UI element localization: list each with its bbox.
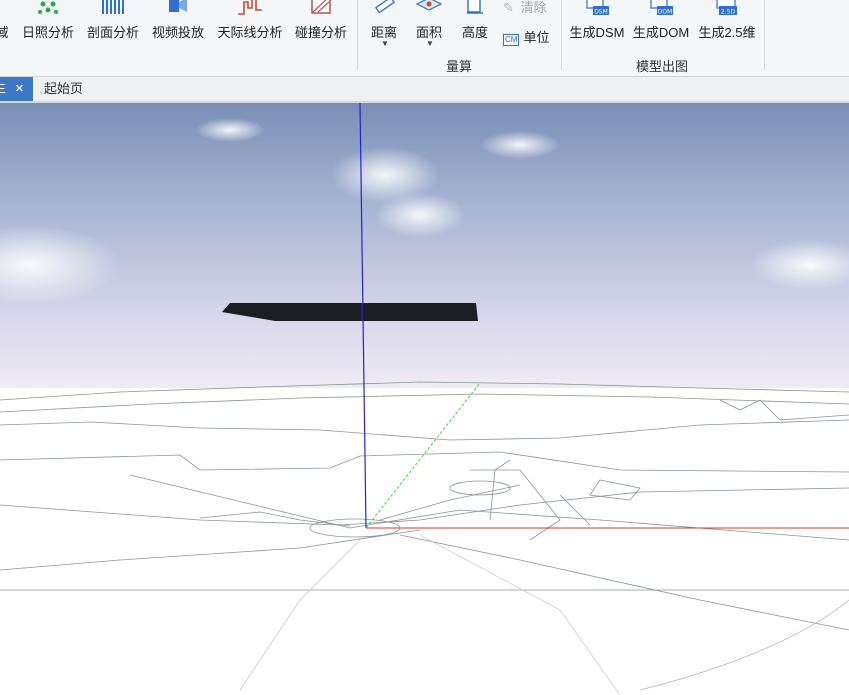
ribbon-separator xyxy=(357,0,358,70)
scene-canvas xyxy=(0,103,849,695)
distance-dropdown-arrow-icon[interactable]: ▼ xyxy=(381,39,389,48)
close-icon[interactable]: × xyxy=(15,77,24,101)
ribbon-separator xyxy=(561,0,562,70)
generate-dom-button[interactable]: DOM 生成DOM xyxy=(631,0,691,48)
ruler-icon xyxy=(375,0,395,14)
skyline-analysis-button[interactable]: 天际线分析 xyxy=(214,0,286,48)
measure-group-label: 量算 xyxy=(446,59,473,74)
model-output-group-label: 模型出图 xyxy=(636,59,689,74)
view-25d-icon: 2.5D xyxy=(716,0,737,16)
sky-background xyxy=(0,103,849,390)
ribbon-separator xyxy=(764,0,765,70)
unit-icon: CM xyxy=(503,34,520,46)
eraser-icon: ✎ xyxy=(503,0,514,15)
dsm-icon-text: DSM xyxy=(594,9,608,16)
floating-model-slab[interactable] xyxy=(222,303,478,321)
generate-25d-button[interactable]: 2.5D 生成2.5维 xyxy=(697,0,757,48)
scene-3d-viewport[interactable] xyxy=(0,103,849,695)
collision-analysis-label: 碰撞分析 xyxy=(294,25,347,40)
ground-plane xyxy=(0,388,849,695)
dom-icon-text: DOM xyxy=(658,9,673,16)
skyline-analysis-label: 天际线分析 xyxy=(217,25,283,40)
generate-dom-label: 生成DOM xyxy=(632,25,690,40)
document-tab-bar: E × 起始页 xyxy=(0,77,849,103)
view-25d-icon-text: 2.5D xyxy=(721,9,736,16)
tab-scene-label: E xyxy=(0,81,6,96)
height-label: 高度 xyxy=(461,25,488,40)
unit-button[interactable]: CM 单位 xyxy=(503,27,549,46)
dom-icon: DOM xyxy=(650,0,673,16)
video-projection-icon xyxy=(169,0,187,12)
tab-scene[interactable]: E × xyxy=(0,77,33,101)
area-dropdown-arrow-icon[interactable]: ▼ xyxy=(426,39,434,48)
video-projection-button[interactable]: 视频投放 xyxy=(149,0,207,48)
partial-tool-label: 域 xyxy=(0,25,9,40)
tab-start-page[interactable]: 起始页 xyxy=(44,77,83,101)
dsm-icon: DSM xyxy=(586,0,609,16)
profile-analysis-button[interactable]: 剖面分析 xyxy=(84,0,142,48)
sunlight-analysis-icon xyxy=(38,1,58,14)
height-icon xyxy=(467,0,483,14)
sunlight-analysis-button[interactable]: 日照分析 xyxy=(18,0,78,48)
generate-dsm-button[interactable]: DSM 生成DSM xyxy=(568,0,626,48)
profile-analysis-icon xyxy=(102,0,124,14)
profile-analysis-label: 剖面分析 xyxy=(86,25,139,40)
generate-25d-label: 生成2.5维 xyxy=(698,25,756,40)
ribbon-toolbar: 域 日照分析 剖面分析 视频投放 天际线分析 碰撞分析 距离 ▼ 面积 ▼ 高度… xyxy=(0,0,849,77)
collision-analysis-button[interactable]: 碰撞分析 xyxy=(292,0,350,48)
skyline-analysis-icon xyxy=(238,0,262,15)
area-icon xyxy=(415,0,443,11)
video-projection-label: 视频投放 xyxy=(151,25,204,40)
unit-label: 单位 xyxy=(523,30,550,45)
clear-label: 清除 xyxy=(520,0,547,15)
clear-button[interactable]: ✎ 清除 xyxy=(503,0,547,16)
generate-dsm-label: 生成DSM xyxy=(569,25,625,40)
sunlight-analysis-label: 日照分析 xyxy=(21,25,74,40)
height-button[interactable]: 高度 xyxy=(457,0,493,48)
collision-analysis-icon xyxy=(311,0,331,14)
partial-tool-button[interactable]: 域 xyxy=(0,0,12,48)
